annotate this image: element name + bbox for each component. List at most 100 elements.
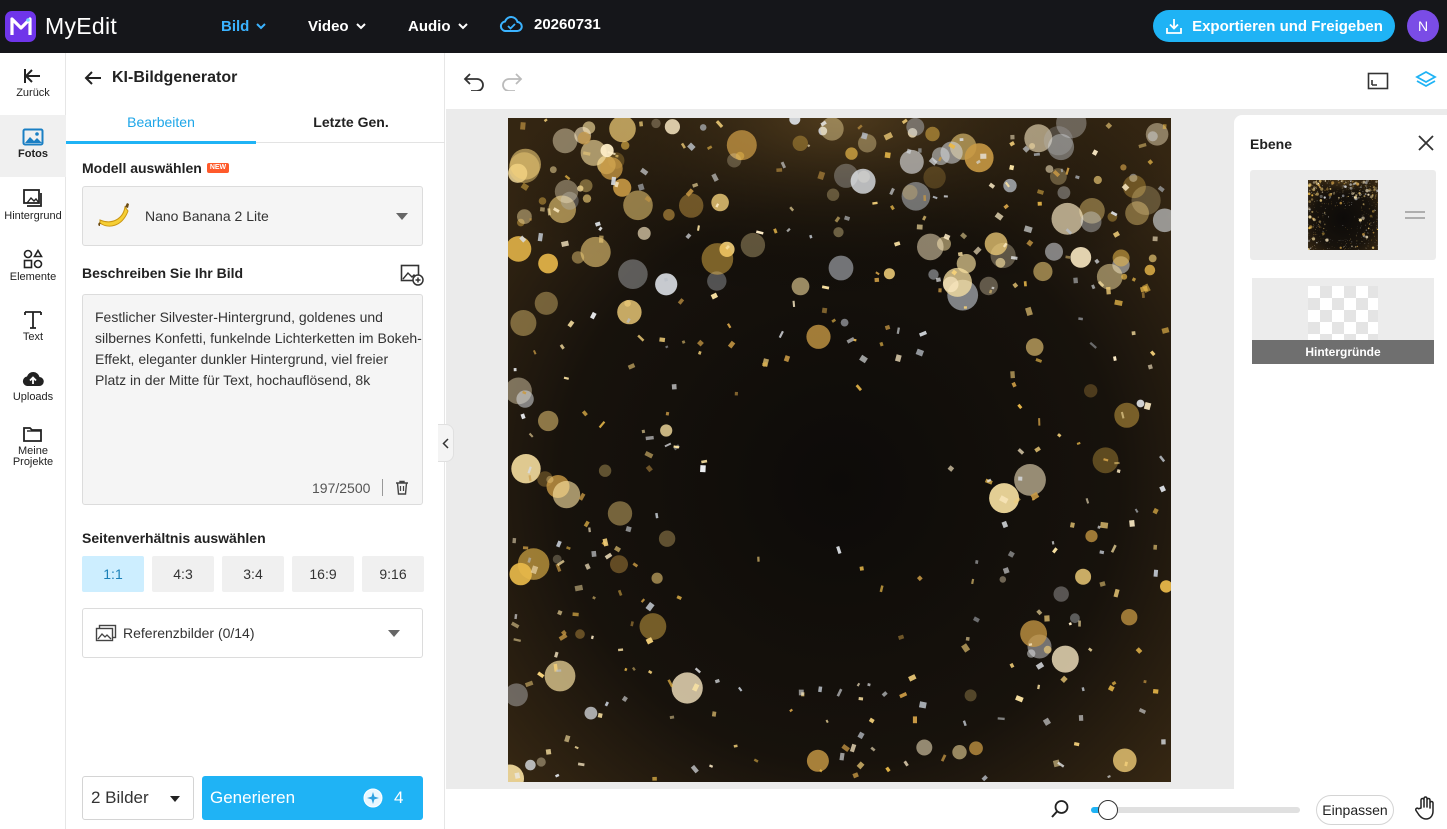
canvas-image[interactable] [508,118,1171,782]
rail-item-photos[interactable]: Fotos [0,115,66,177]
tab-recent[interactable]: Letzte Gen. [256,100,446,143]
undo-icon[interactable] [462,71,486,91]
divider [382,479,383,496]
image-count-value: 2 Bilder [91,788,149,807]
chevron-down-icon [355,23,366,30]
transparent-checker [1308,286,1378,342]
prompt-text: Festlicher Silvester-Hintergrund, golden… [95,309,422,388]
nav-video-label: Video [308,18,349,35]
text-icon [24,311,42,329]
describe-section-label: Beschreiben Sie Ihr Bild [82,265,243,281]
avatar[interactable]: N [1407,10,1439,42]
project-name-label: 20260731 [534,15,601,33]
arrow-left-icon[interactable] [84,70,102,86]
ratio-label: Seitenverhältnis auswählen [82,530,266,546]
model-select[interactable]: Nano Banana 2 Lite [82,186,423,246]
caret-down-icon [388,630,400,637]
myedit-logo-icon [5,11,36,42]
ratio-9-16[interactable]: 9:16 [362,556,424,592]
resize-canvas-icon[interactable] [1367,72,1389,90]
reference-images-select[interactable]: Referenzbilder (0/14) [82,608,423,658]
folder-icon [23,427,42,442]
nav-audio-label: Audio [408,18,451,35]
chevron-down-icon [256,23,267,30]
drag-handle-icon[interactable] [1405,210,1425,220]
nav-video[interactable]: Video [308,0,366,53]
rail-label: Meine Projekte [12,445,54,468]
fit-button[interactable]: Einpassen [1316,795,1394,825]
background-icon [23,189,42,207]
trash-icon[interactable] [395,480,409,495]
nav-bild-label: Bild [221,18,250,35]
layer-thumbnail-image [1308,180,1378,250]
rail-item-background[interactable]: Hintergrund [0,188,66,222]
char-counter: 197/2500 [312,480,371,496]
generator-panel: KI-Bildgenerator Bearbeiten Letzte Gen. … [66,53,445,829]
image-count-select[interactable]: 2 Bilder [82,776,194,820]
rail-label: Hintergrund [4,210,62,222]
zoom-slider[interactable] [1091,800,1300,820]
chevron-left-icon [442,437,449,449]
collapse-panel-button[interactable] [438,424,454,462]
zoom-slider-knob[interactable] [1097,800,1118,820]
nav-bild[interactable]: Bild [221,0,267,53]
ratio-1-1[interactable]: 1:1 [82,556,144,592]
hand-pan-icon[interactable] [1414,796,1436,820]
chevron-down-icon [457,23,468,30]
layer-item-image[interactable] [1250,170,1436,260]
prompt-textarea[interactable]: Festlicher Silvester-Hintergrund, golden… [82,294,423,505]
generate-button[interactable]: Generieren 4 [202,776,423,820]
rail-item-elements[interactable]: Elemente [0,249,66,283]
new-badge: NEW [206,163,230,173]
rail-label: Uploads [12,391,54,403]
layers-icon[interactable] [1415,70,1437,92]
model-section-label: Modell auswählen NEW [82,160,230,176]
project-name[interactable]: 20260731 [499,15,601,33]
redo-icon[interactable] [500,71,524,91]
export-label: Exportieren und Freigeben [1192,17,1383,35]
rail-item-projects[interactable]: Meine Projekte [0,425,66,468]
rail-item-text[interactable]: Text [0,309,66,343]
reference-label: Referenzbilder (0/14) [123,625,255,641]
describe-label: Beschreiben Sie Ihr Bild [82,265,244,281]
add-image-icon[interactable] [400,264,424,286]
export-button[interactable]: Exportieren und Freigeben [1153,10,1395,42]
bottom-bar: Einpassen [446,789,1447,829]
canvas-toolbar [446,53,1447,109]
close-icon[interactable] [1417,134,1435,152]
background-layer-label: Hintergründe [1252,340,1434,364]
credit-count: 4 [394,788,404,807]
panel-header: KI-Bildgenerator [84,69,237,87]
arrow-left-icon [24,69,40,83]
layer-thumbnail [1308,180,1378,250]
layer-item-background[interactable]: Hintergründe [1252,278,1434,364]
search-icon[interactable] [1050,799,1070,819]
model-value: Nano Banana 2 Lite [145,208,269,224]
panel-title: KI-Bildgenerator [112,69,238,86]
panel-tabs: Bearbeiten Letzte Gen. [66,100,446,144]
ratio-16-9[interactable]: 16:9 [292,556,354,592]
cloud-upload-icon [22,372,44,387]
tab-edit[interactable]: Bearbeiten [66,100,256,144]
ratio-3-4[interactable]: 3:4 [222,556,284,592]
left-rail: Zurück Fotos Hintergrund Elemente Text U… [0,53,66,829]
confetti-bokeh-image [508,118,1171,782]
nav-audio[interactable]: Audio [408,0,468,53]
rail-item-back[interactable]: Zurück [0,67,66,99]
image-icon [22,128,44,146]
ratio-section-label: Seitenverhältnis auswählen [82,530,266,546]
banana-icon [98,203,129,227]
images-icon [95,624,117,642]
ratio-4-3[interactable]: 4:3 [152,556,214,592]
app-logo[interactable]: MyEdit [5,11,117,42]
rail-label: Elemente [9,271,57,283]
caret-down-icon [170,796,180,802]
cloud-sync-icon [499,16,523,32]
top-bar: MyEdit Bild Video Audio 20260731 Exporti… [0,0,1447,53]
shapes-icon [23,249,43,269]
rail-item-uploads[interactable]: Uploads [0,369,66,403]
canvas-area: Ebene Hintergründe Einpassen [446,53,1447,829]
layer-panel-title: Ebene [1250,136,1293,152]
model-label: Modell auswählen [82,160,202,176]
download-icon [1166,19,1182,34]
